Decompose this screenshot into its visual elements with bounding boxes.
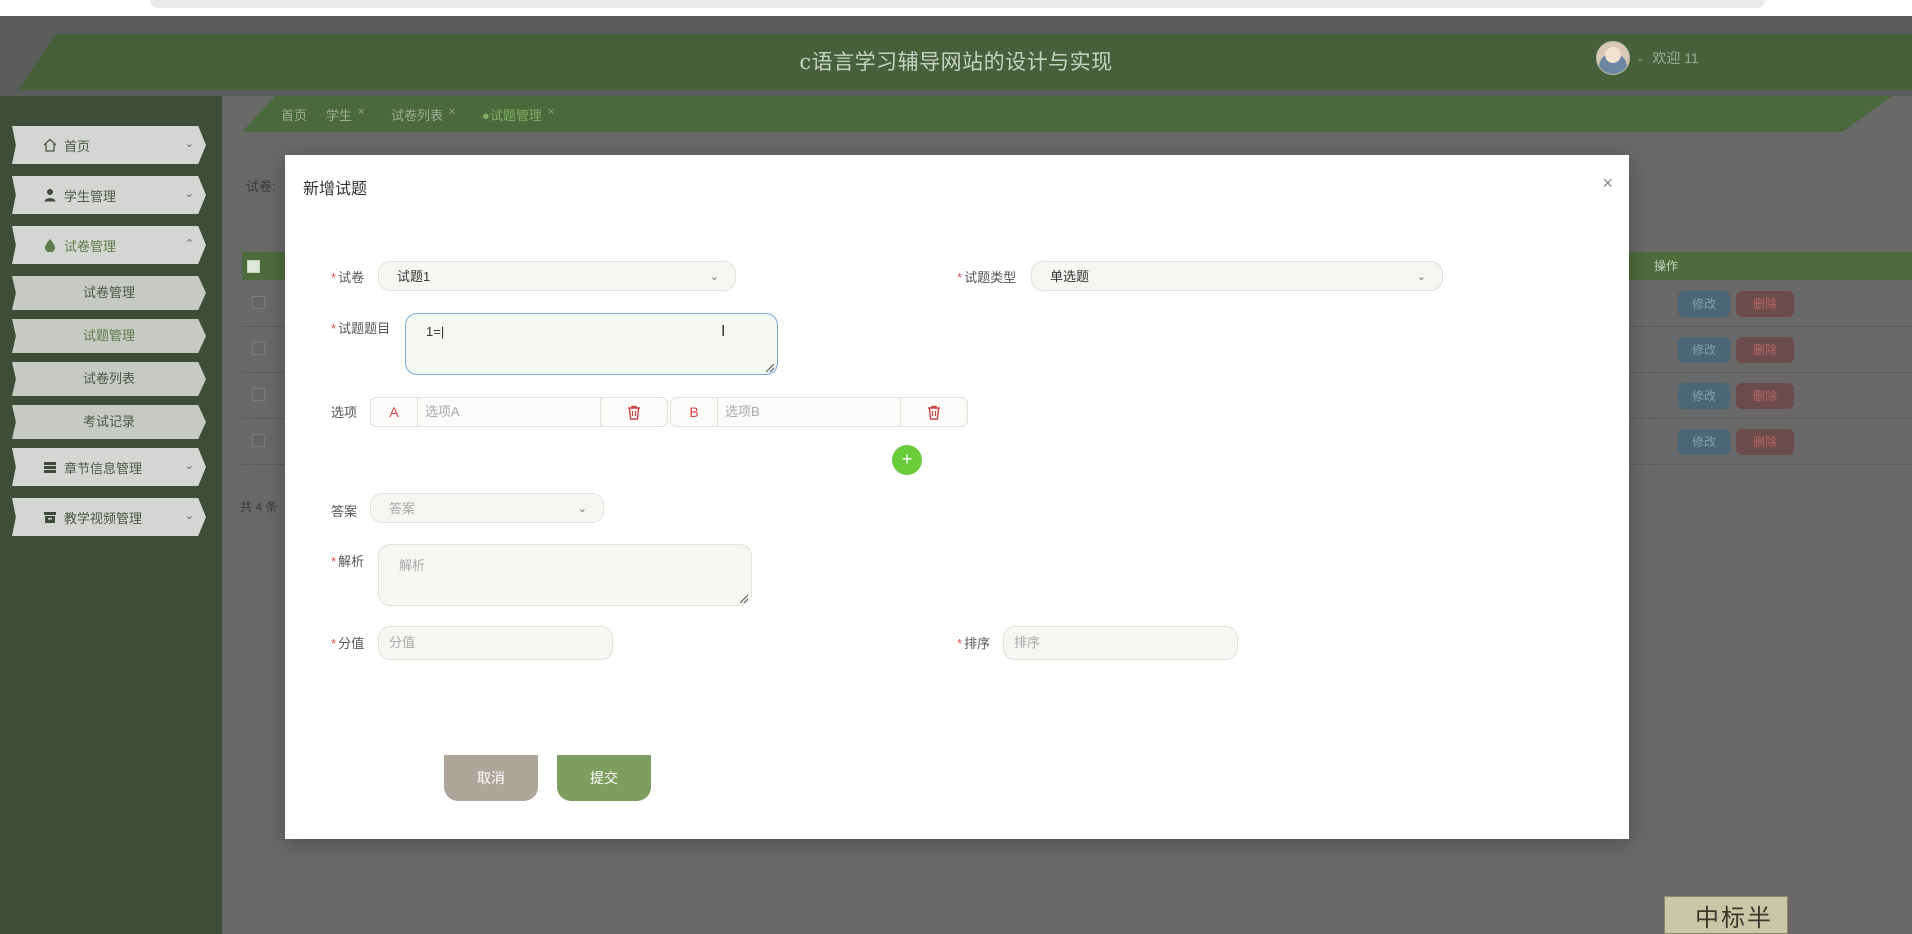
resize-handle-icon[interactable] xyxy=(740,595,748,603)
chevron-down-icon: ⌄ xyxy=(184,510,194,522)
avatar[interactable] xyxy=(1596,41,1630,75)
chevron-up-icon: ⌃ xyxy=(184,238,194,250)
row-checkbox[interactable] xyxy=(252,296,265,309)
delete-button[interactable]: 删除 xyxy=(1736,429,1794,455)
trash-icon[interactable] xyxy=(600,398,667,426)
question-type-select[interactable]: 单选题 ⌄ xyxy=(1031,261,1443,291)
option-b-group: B 选项B xyxy=(670,397,968,427)
chevron-down-icon: ⌄ xyxy=(184,138,194,150)
answer-label: 答案 xyxy=(331,504,358,519)
op-header: 操作 xyxy=(1654,259,1679,273)
dialog-title: 新增试题 xyxy=(303,181,368,198)
sidebar-subitem-exam-records[interactable]: 考试记录 xyxy=(12,405,206,439)
paper-select[interactable]: 试题1 ⌄ xyxy=(378,261,736,291)
delete-button[interactable]: 删除 xyxy=(1736,291,1794,317)
sidebar-subitem-paper-manage[interactable]: 试卷管理 xyxy=(12,276,206,310)
analysis-label: * 解析 xyxy=(331,554,365,569)
edit-button[interactable]: 修改 xyxy=(1678,383,1730,409)
archive-icon xyxy=(42,509,58,525)
cancel-button[interactable]: 取消 xyxy=(444,755,538,801)
filter-label: 试卷: xyxy=(246,179,276,194)
order-label: * 排序 xyxy=(957,636,991,651)
paper-label: * 试卷 xyxy=(331,270,365,285)
chevron-down-icon: ⌄ xyxy=(184,460,194,472)
sidebar-item-exam[interactable]: 试卷管理 ⌃ xyxy=(12,226,206,264)
sidebar-item-label: 试卷管理 xyxy=(64,238,117,254)
user-menu[interactable]: ⌄ 欢迎 11 xyxy=(1596,41,1699,75)
option-b-input[interactable]: 选项B xyxy=(717,398,903,426)
text-caret: | xyxy=(440,324,445,339)
close-icon[interactable]: × xyxy=(548,106,554,118)
question-title-label: * 试题题目 xyxy=(331,321,391,336)
welcome-text: 欢迎 11 xyxy=(1652,50,1699,66)
add-option-button[interactable]: + xyxy=(892,445,922,475)
sidebar-subitem-paper-list[interactable]: 试卷列表 xyxy=(12,362,206,396)
question-type-label: * 试题类型 xyxy=(957,270,1017,285)
user-icon xyxy=(42,187,58,203)
analysis-textarea[interactable]: 解析 xyxy=(378,544,752,606)
text-cursor-icon: I xyxy=(721,323,726,340)
sidebar-item-label: 首页 xyxy=(64,138,91,154)
header: c语言学习辅导网站的设计与实现 ⌄ 欢迎 11 xyxy=(0,16,1912,96)
tab-question-manage[interactable]: ●试题管理 × xyxy=(482,105,554,124)
tab-paper-list[interactable]: 试卷列表 × xyxy=(391,105,455,124)
sidebar: 首页 ⌄ 学生管理 ⌄ 试卷管理 ⌃ 试卷管理 试题管理 试卷列表 考试记录 章… xyxy=(0,96,222,934)
edit-button[interactable]: 修改 xyxy=(1678,291,1730,317)
sidebar-subitem-question-manage[interactable]: 试题管理 xyxy=(12,319,206,353)
address-bar[interactable] xyxy=(150,0,1765,8)
trash-icon[interactable] xyxy=(900,398,967,426)
drop-icon xyxy=(42,237,58,253)
option-a-group: A 选项A xyxy=(370,397,668,427)
chevron-down-icon: ⌄ xyxy=(709,271,719,283)
close-icon[interactable]: × xyxy=(358,106,364,118)
pagination-total: 共 4 条 xyxy=(240,500,278,514)
sidebar-item-students[interactable]: 学生管理 ⌄ xyxy=(12,176,206,214)
resize-handle-icon[interactable] xyxy=(766,364,774,372)
select-all-checkbox[interactable] xyxy=(247,260,260,273)
chevron-down-icon: ⌄ xyxy=(1416,271,1426,283)
score-label: * 分值 xyxy=(331,636,365,651)
sidebar-item-home[interactable]: 首页 ⌄ xyxy=(12,126,206,164)
option-letter: A xyxy=(371,398,418,426)
delete-button[interactable]: 删除 xyxy=(1736,337,1794,363)
dot-icon: ● xyxy=(482,108,490,123)
sidebar-item-label: 章节信息管理 xyxy=(64,460,143,476)
close-icon[interactable]: × xyxy=(1602,173,1613,194)
option-a-input[interactable]: 选项A xyxy=(417,398,603,426)
add-question-dialog: 新增试题 × * 试卷 试题1 ⌄ * 试题类型 单选题 ⌄ * 试题题目 1=| I… xyxy=(285,155,1629,839)
edit-button[interactable]: 修改 xyxy=(1678,337,1730,363)
plus-icon: + xyxy=(901,449,913,469)
score-input[interactable]: 分值 xyxy=(378,626,613,660)
sidebar-item-label: 学生管理 xyxy=(64,188,117,204)
tab-students[interactable]: 学生 × xyxy=(326,105,364,124)
option-letter: B xyxy=(671,398,718,426)
sidebar-item-chapters[interactable]: 章节信息管理 ⌄ xyxy=(12,448,206,486)
row-checkbox[interactable] xyxy=(252,342,265,355)
chevron-down-icon: ⌄ xyxy=(577,503,587,515)
answer-select[interactable]: 答案 ⌄ xyxy=(370,493,604,523)
row-checkbox[interactable] xyxy=(252,388,265,401)
close-icon[interactable]: × xyxy=(449,106,455,118)
chevron-down-icon: ⌄ xyxy=(184,188,194,200)
order-input[interactable]: 排序 xyxy=(1003,626,1238,660)
options-label: 选项 xyxy=(331,405,358,420)
delete-button[interactable]: 删除 xyxy=(1736,383,1794,409)
submit-button[interactable]: 提交 xyxy=(557,755,651,801)
tab-home[interactable]: 首页 xyxy=(281,105,307,124)
layers-icon xyxy=(42,459,58,475)
home-icon xyxy=(42,137,58,153)
chevron-down-icon[interactable]: ⌄ xyxy=(1636,53,1644,64)
row-checkbox[interactable] xyxy=(252,434,265,447)
browser-strip xyxy=(0,0,1912,16)
sidebar-item-label: 教学视频管理 xyxy=(64,510,143,526)
edit-button[interactable]: 修改 xyxy=(1678,429,1730,455)
sidebar-item-videos[interactable]: 教学视频管理 ⌄ xyxy=(12,498,206,536)
brand-badge: 中标半 xyxy=(1664,896,1788,934)
